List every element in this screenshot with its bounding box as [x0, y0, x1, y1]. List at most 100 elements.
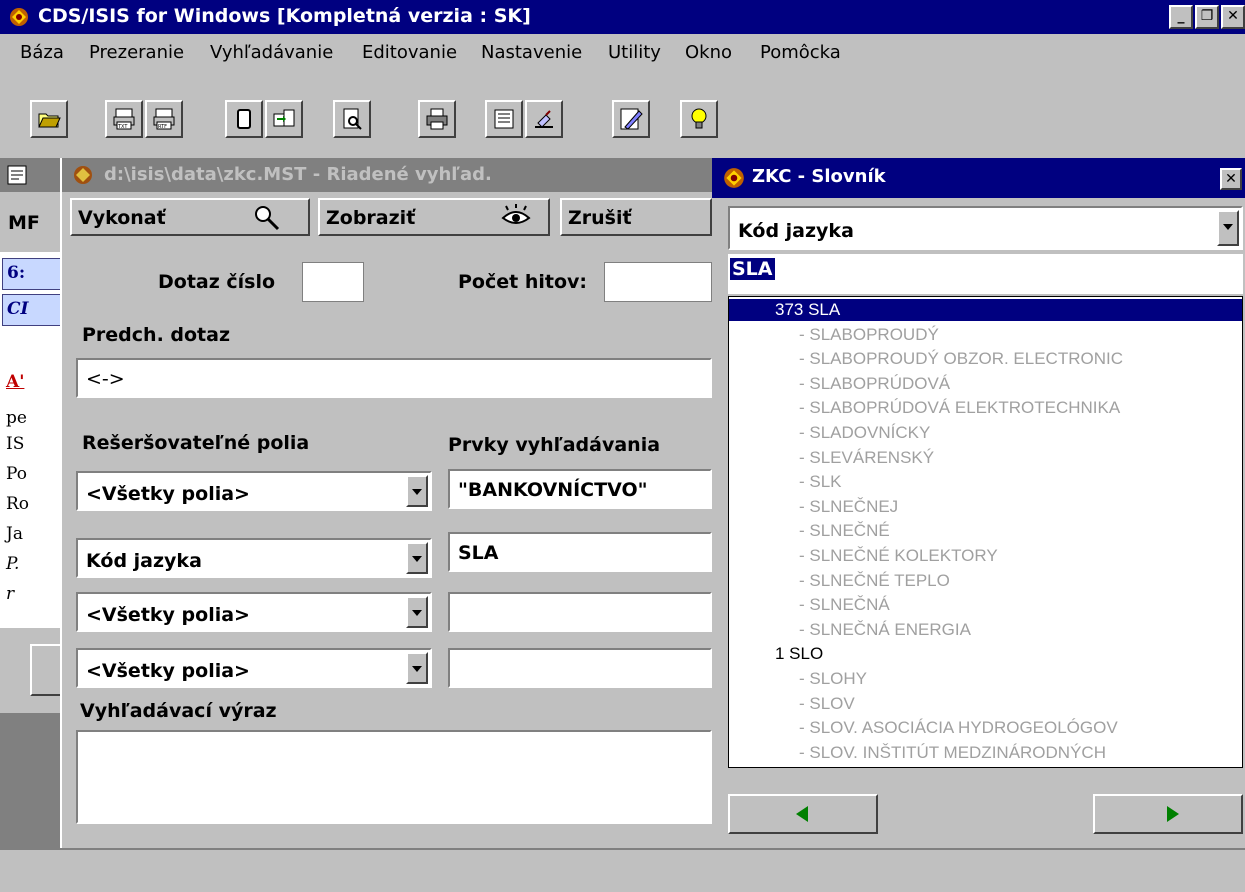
dictionary-titlebar[interactable]: ZKC - Slovník ✕: [712, 158, 1245, 198]
printer-button[interactable]: [418, 100, 456, 138]
dictionary-term[interactable]: - SLABOPROUDÝ: [729, 324, 1242, 346]
dictionary-search-input[interactable]: SLA: [728, 254, 1243, 294]
close-button[interactable]: ✕: [1221, 5, 1245, 29]
print-txt-button[interactable]: TXT: [105, 100, 143, 138]
hits-count-field[interactable]: [604, 262, 712, 302]
left-arrow-icon: [796, 806, 808, 822]
dictionary-term[interactable]: - SLNEČNÉ TEPLO: [729, 570, 1242, 592]
dictionary-term-list[interactable]: 373 SLA - SLABOPROUDÝ - SLABOPROUDÝ OBZOR.…: [728, 296, 1243, 768]
execute-button[interactable]: Vykonať: [70, 198, 310, 236]
lightbulb-icon: [691, 108, 707, 129]
dictionary-term[interactable]: - SLABOPRÚDOVÁ: [729, 373, 1242, 395]
edit-pencil-button[interactable]: [612, 100, 650, 138]
search-elements-header: Prvky vyhľadávania: [448, 434, 661, 456]
dictionary-term[interactable]: - SLOV: [729, 693, 1242, 715]
record-header: MF: [8, 212, 40, 234]
dictionary-term[interactable]: - SLNEČNÁ ENERGIA: [729, 619, 1242, 641]
toolbar: TXT RTF: [0, 70, 1245, 158]
dropdown-arrow-icon[interactable]: [1217, 210, 1239, 246]
copy-button[interactable]: [225, 100, 263, 138]
magnifier-icon: [255, 206, 280, 231]
dictionary-title: ZKC - Slovník: [752, 166, 886, 187]
record-line: Ja: [6, 524, 23, 544]
stamp-icon: [535, 110, 553, 128]
print-rtf-button[interactable]: RTF: [145, 100, 183, 138]
record-window-icon: [7, 165, 27, 185]
print-rtf-icon: RTF: [153, 108, 175, 130]
search-term-input-2[interactable]: SLA: [448, 532, 712, 572]
dictionary-term[interactable]: - SLEVÁRENSKÝ: [729, 447, 1242, 469]
dropdown-arrow-icon[interactable]: [406, 475, 428, 507]
menu-utility[interactable]: Utility: [608, 42, 661, 63]
query-number-label: Dotaz číslo: [158, 271, 276, 293]
print-txt-icon: TXT: [113, 108, 135, 130]
field-select-3[interactable]: <Všetky polia>: [76, 592, 432, 632]
lightbulb-button[interactable]: [680, 100, 718, 138]
svg-text:TXT: TXT: [117, 124, 128, 130]
dictionary-term[interactable]: - SLABOPRÚDOVÁ ELEKTROTECHNIKA: [729, 397, 1242, 419]
record-row: 6:: [7, 263, 26, 283]
field-select-4[interactable]: <Všetky polia>: [76, 648, 432, 688]
open-folder-button[interactable]: [30, 100, 68, 138]
dictionary-term[interactable]: - SLK: [729, 471, 1242, 493]
dictionary-term[interactable]: 1 SLO: [729, 643, 1242, 665]
next-page-button[interactable]: [1093, 794, 1243, 834]
search-dialog-titlebar[interactable]: d:\isis\data\zkc.MST - Riadené vyhľad.: [62, 158, 712, 192]
menu-vyhladavanie[interactable]: Vyhľadávanie: [210, 42, 333, 63]
cancel-label: Zrušiť: [568, 207, 632, 229]
field-select-2[interactable]: Kód jazyka: [76, 538, 432, 578]
menu-baza[interactable]: Báza: [20, 42, 64, 63]
dropdown-arrow-icon[interactable]: [406, 652, 428, 684]
show-label: Zobraziť: [326, 207, 416, 229]
dictionary-field-select[interactable]: Kód jazyka: [728, 206, 1243, 250]
dictionary-close-button[interactable]: ✕: [1220, 168, 1242, 190]
cancel-button[interactable]: Zrušiť: [560, 198, 712, 236]
preview-icon: [343, 108, 362, 130]
query-number-field[interactable]: [302, 262, 364, 302]
dictionary-term[interactable]: - SLADOVNÍCKY: [729, 422, 1242, 444]
search-term-input-4[interactable]: [448, 648, 712, 688]
search-expression-label: Vyhľadávací výraz: [80, 700, 277, 722]
menu-pomocka[interactable]: Pomôcka: [760, 42, 841, 63]
menu-nastavenie[interactable]: Nastavenie: [481, 42, 582, 63]
menu-okno[interactable]: Okno: [685, 42, 732, 63]
record-line: IS: [6, 434, 25, 454]
dictionary-term[interactable]: - SLNEČNÉ KOLEKTORY: [729, 545, 1242, 567]
dictionary-term[interactable]: - SLNEČNÁ: [729, 594, 1242, 616]
menu-editovanie[interactable]: Editovanie: [362, 42, 457, 63]
copy-icon: [237, 109, 251, 129]
stamp-button[interactable]: [525, 100, 563, 138]
field-select-1[interactable]: <Všetky polia>: [76, 471, 432, 511]
right-arrow-icon: [1167, 806, 1179, 822]
record-line: Po: [6, 464, 27, 484]
restore-button[interactable]: ❐: [1195, 5, 1219, 29]
dropdown-arrow-icon[interactable]: [406, 596, 428, 628]
previous-query-field[interactable]: <->: [76, 358, 712, 398]
app-title-bar[interactable]: CDS/ISIS for Windows [Kompletná verzia :…: [0, 0, 1245, 34]
record-line: A': [6, 372, 25, 392]
search-term-input-1[interactable]: "BANKOVNÍCTVO": [448, 469, 712, 509]
preview-button[interactable]: [333, 100, 371, 138]
dictionary-term[interactable]: - SLNEČNÉ: [729, 520, 1242, 542]
dictionary-window[interactable]: ZKC - Slovník ✕ Kód jazyka SLA 373 SLA - …: [712, 158, 1245, 848]
cds-isis-window-icon: [724, 168, 744, 188]
searchable-fields-header: Rešeršovateľné polia: [82, 432, 310, 454]
export-button[interactable]: [265, 100, 303, 138]
dictionary-term[interactable]: - SLOV. INŠTITÚT MEDZINÁRODNÝCH: [729, 742, 1242, 764]
search-term-input-3[interactable]: [448, 592, 712, 632]
dropdown-arrow-icon[interactable]: [406, 542, 428, 574]
search-expression-field[interactable]: [76, 730, 712, 824]
guided-search-dialog[interactable]: d:\isis\data\zkc.MST - Riadené vyhľad. V…: [60, 158, 712, 848]
dictionary-term[interactable]: 373 SLA: [729, 299, 1242, 321]
dictionary-term[interactable]: - SLABOPROUDÝ OBZOR. ELECTRONIC: [729, 348, 1242, 370]
dictionary-term[interactable]: - SLNEČNEJ: [729, 496, 1242, 518]
previous-page-button[interactable]: [728, 794, 878, 834]
show-button[interactable]: Zobraziť: [318, 198, 550, 236]
dictionary-term[interactable]: - SLOHY: [729, 668, 1242, 690]
form-button[interactable]: [485, 100, 523, 138]
status-bar: [0, 848, 1245, 892]
minimize-button[interactable]: _: [1169, 5, 1193, 29]
record-line: P.: [6, 554, 20, 574]
menu-prezeranie[interactable]: Prezeranie: [89, 42, 184, 63]
dictionary-term[interactable]: - SLOV. ASOCIÁCIA HYDROGEOLÓGOV: [729, 717, 1242, 739]
